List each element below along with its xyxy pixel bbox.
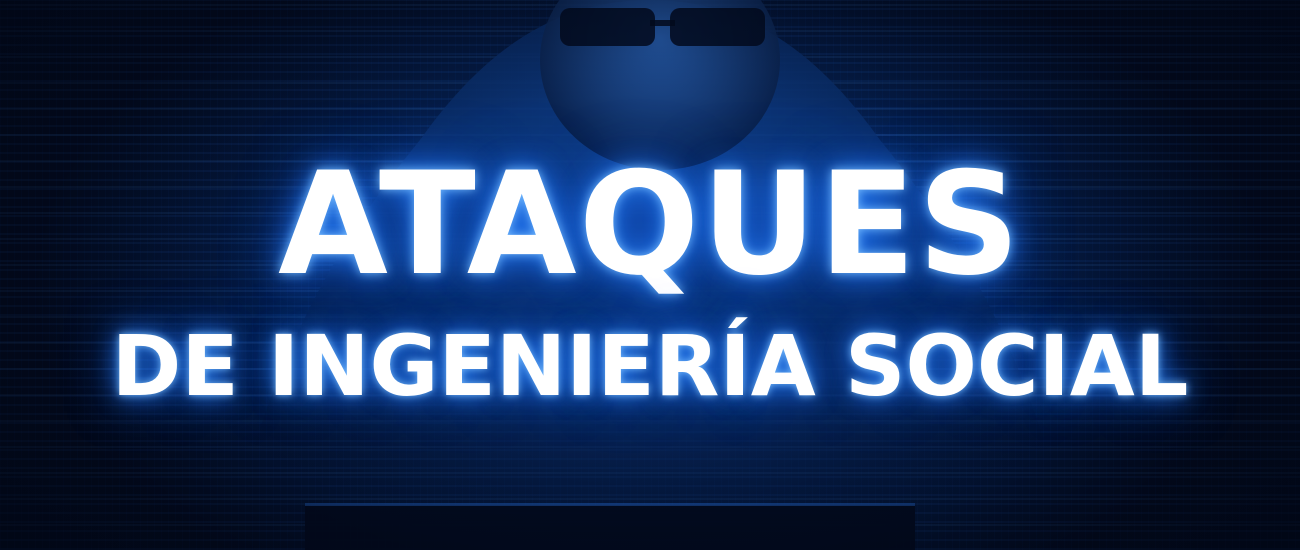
title-line-1: ATAQUES — [278, 142, 1022, 307]
hero-banner: ATAQUES DE INGENIERÍA SOCIAL — [0, 0, 1300, 550]
banner-title: ATAQUES DE INGENIERÍA SOCIAL — [0, 142, 1300, 415]
title-line-2: DE INGENIERÍA SOCIAL — [111, 317, 1189, 415]
